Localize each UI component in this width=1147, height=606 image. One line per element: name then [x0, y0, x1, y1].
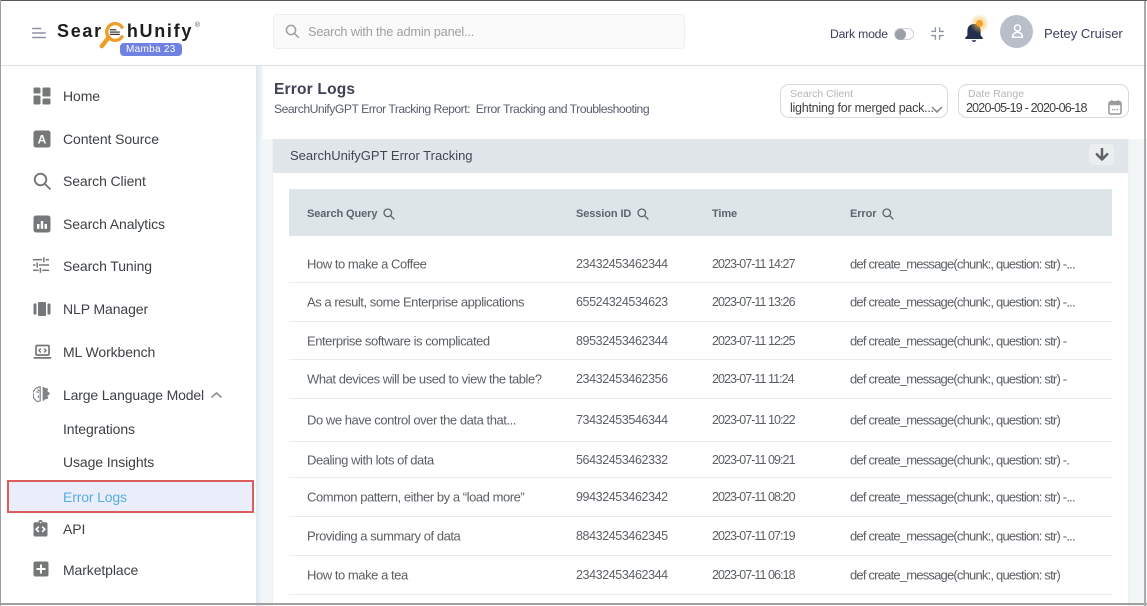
svg-text:A: A: [38, 133, 47, 147]
